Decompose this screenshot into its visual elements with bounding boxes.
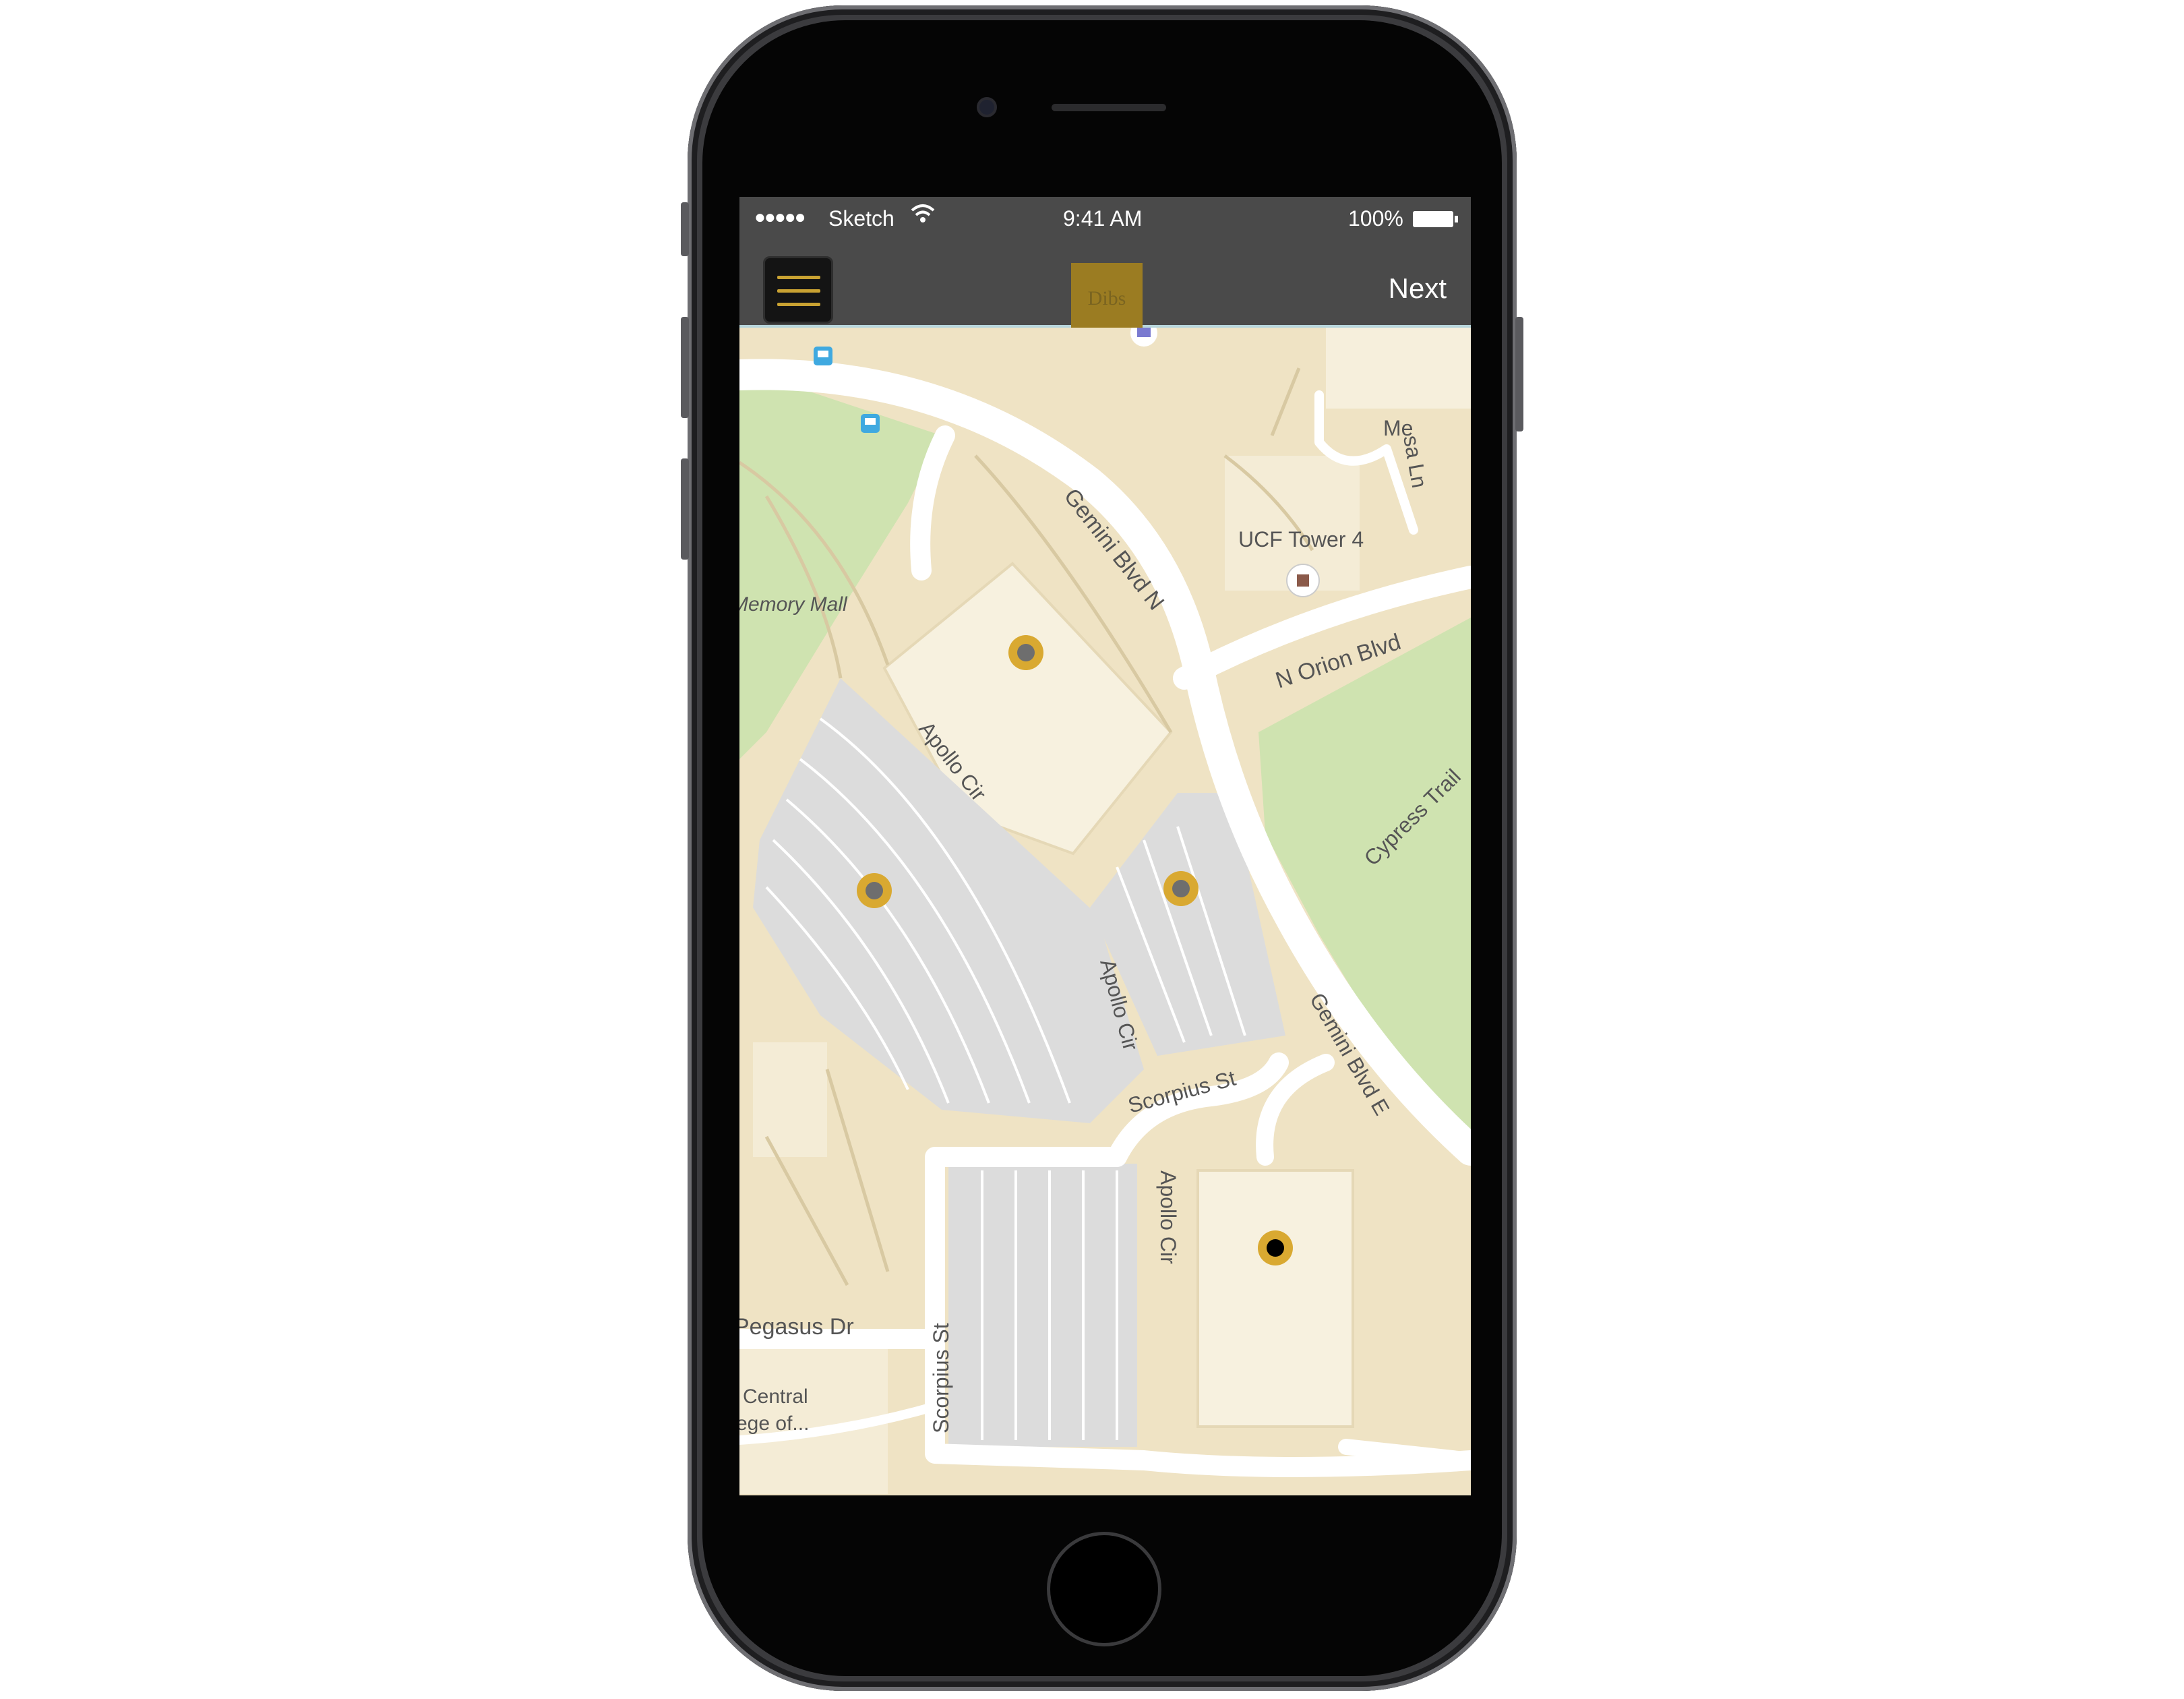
label-ucf-tower-4: UCF Tower 4 (1238, 527, 1364, 552)
hamburger-bar (777, 303, 820, 306)
parking-pin-1[interactable] (1008, 635, 1043, 670)
app-logo[interactable]: Dibs (1071, 263, 1143, 334)
battery-percent: 100% (1348, 206, 1403, 231)
parking-pin-3[interactable] (1163, 871, 1199, 906)
front-camera (977, 97, 997, 117)
carrier-label: Sketch (828, 206, 894, 231)
building-block (1196, 1169, 1354, 1428)
wifi-icon (909, 202, 936, 231)
building-block (1326, 328, 1471, 409)
label-apollo-cir-3: Apollo Cir (1156, 1170, 1180, 1264)
clock-time: 9:41 AM (1063, 206, 1143, 231)
app-screen: ●●●●● Sketch 9:41 AM 100% Dibs Next Gemi… (739, 197, 1471, 1495)
parking-lot-south (948, 1164, 1137, 1447)
label-pegasus-dr: Pegasus Dr (739, 1314, 854, 1340)
mute-switch (681, 202, 689, 256)
battery-icon (1412, 209, 1459, 234)
label-scorpius-st-2: Scorpius St (929, 1323, 953, 1433)
next-button[interactable]: Next (1389, 272, 1447, 305)
parking-pin-selected[interactable] (1258, 1230, 1293, 1265)
campus-map[interactable]: Gemini Blvd N UCF Tower 4 N Orion Blvd M… (739, 328, 1471, 1495)
home-button[interactable] (1047, 1532, 1161, 1646)
bus-stop-icon[interactable] (814, 347, 832, 365)
volume-down-button (681, 458, 689, 560)
label-central-2: ege of... (739, 1412, 809, 1435)
tower-marker-icon[interactable] (1286, 564, 1320, 597)
parking-pin-2[interactable] (857, 873, 892, 908)
hamburger-bar (777, 289, 820, 293)
label-memory-mall: Memory Mall (739, 593, 848, 616)
menu-button[interactable] (763, 256, 833, 324)
label-central-1: Central (743, 1385, 808, 1408)
navigation-bar: Dibs Next (739, 240, 1471, 334)
signal-dots-icon: ●●●●● (754, 206, 806, 227)
status-bar: ●●●●● Sketch 9:41 AM 100% (739, 197, 1471, 240)
building-block (753, 1042, 827, 1157)
bus-stop-icon[interactable] (861, 414, 880, 433)
volume-up-button (681, 317, 689, 418)
power-button (1515, 317, 1523, 431)
earpiece-speaker (1052, 104, 1166, 111)
hamburger-menu-icon (777, 276, 820, 279)
